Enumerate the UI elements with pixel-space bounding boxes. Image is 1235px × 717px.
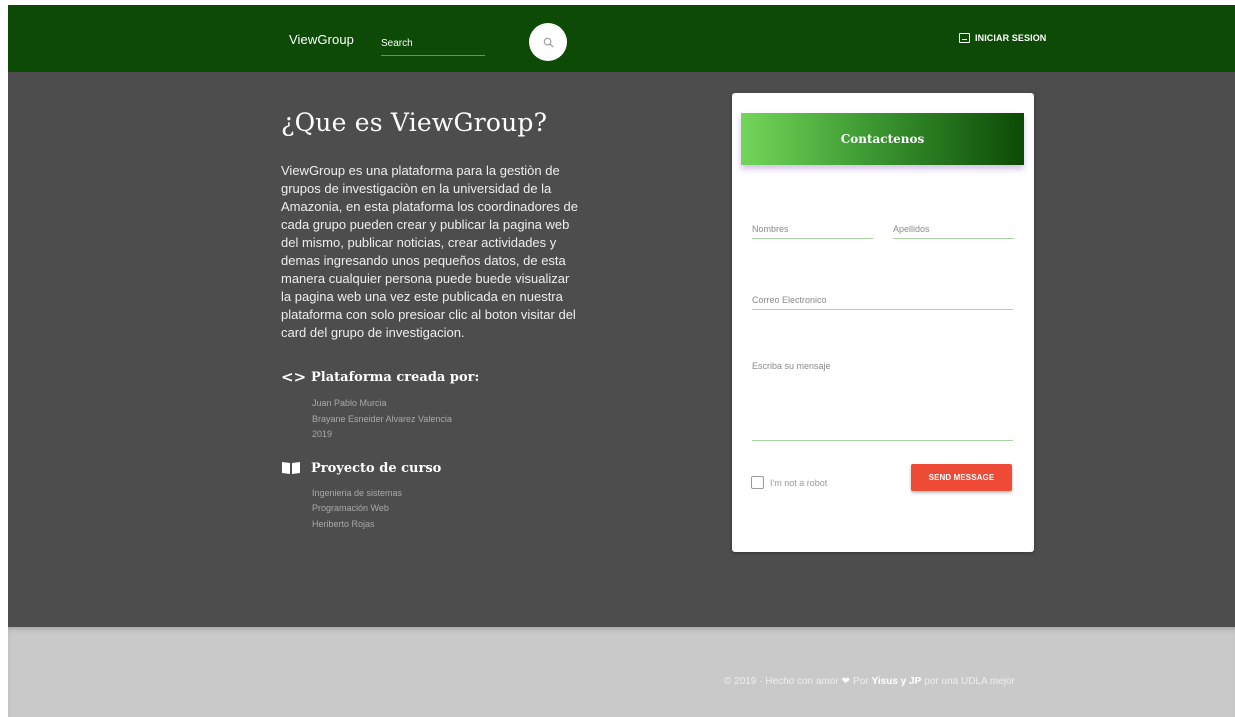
creators-heading-label: Plataforma creada por:: [311, 369, 480, 385]
creators-list: Juan Pablo Murcia Brayane Esneider Alvar…: [312, 396, 601, 443]
list-item: 2019: [312, 429, 333, 439]
message-field[interactable]: [752, 361, 1013, 441]
email-input[interactable]: [752, 295, 1013, 305]
captcha-label: I'm not a robot: [770, 477, 828, 488]
search-icon: [543, 37, 554, 48]
contact-title: Contactenos: [741, 113, 1024, 165]
list-item: Juan Pablo Murcia: [312, 398, 387, 408]
footer-by: Por: [853, 676, 869, 687]
apellidos-field[interactable]: [893, 219, 1014, 239]
list-item: Programación Web: [312, 503, 389, 513]
footer-prefix: © 2019 · Hecho con amor: [724, 676, 839, 687]
search-input[interactable]: [381, 35, 485, 49]
login-label: INICIAR SESION: [975, 33, 1047, 43]
creators-heading: <> Plataforma creada por:: [281, 368, 601, 386]
email-field[interactable]: [752, 290, 1013, 310]
course-heading-label: Proyecto de curso: [311, 460, 442, 476]
list-item: Ingenieria de sistemas: [312, 487, 403, 498]
footer-suffix: por una UDLA mejor: [924, 676, 1015, 687]
brand-logo[interactable]: ViewGroup: [289, 32, 354, 47]
search-field[interactable]: [381, 33, 485, 56]
footer: © 2019 · Hecho con amor ❤ Por Yisus y JP…: [8, 627, 1235, 717]
captcha-checkbox[interactable]: [751, 476, 764, 489]
login-link[interactable]: INICIAR SESION: [959, 33, 1046, 43]
page: ViewGroup INICIAR SESION ¿Que es ViewGro…: [8, 5, 1235, 717]
nombres-field[interactable]: [752, 219, 873, 239]
apellidos-input[interactable]: [893, 224, 1014, 234]
footer-text: © 2019 · Hecho con amor ❤ Por Yisus y JP…: [724, 676, 1015, 687]
list-item: Heriberto Rojas: [312, 518, 375, 529]
course-heading: Proyecto de curso: [281, 461, 601, 476]
course-list: Ingenieria de sistemas Programación Web …: [312, 486, 601, 533]
main-section: ¿Que es ViewGroup? ViewGroup es una plat…: [8, 72, 1235, 627]
about-description: ViewGroup es una plataforma para la gest…: [281, 163, 579, 340]
code-icon: <>: [281, 368, 307, 386]
page-title: ¿Que es ViewGroup?: [281, 108, 548, 137]
book-icon: [282, 462, 300, 474]
navbar: ViewGroup INICIAR SESION: [8, 5, 1235, 72]
search-button[interactable]: [529, 23, 567, 61]
list-item: Brayane Esneider Alvarez Valencia: [312, 413, 452, 424]
message-input[interactable]: [752, 361, 1013, 433]
login-icon: [959, 33, 970, 43]
send-message-button[interactable]: SEND MESSAGE: [911, 464, 1012, 491]
about-section: ¿Que es ViewGroup? ViewGroup es una plat…: [281, 108, 601, 532]
captcha[interactable]: I'm not a robot: [751, 476, 827, 489]
nombres-input[interactable]: [752, 224, 873, 234]
heart-icon: ❤: [841, 676, 851, 687]
footer-authors: Yisus y JP: [871, 676, 922, 687]
contact-card: Contactenos I'm not a robot SEND MESSAGE: [732, 93, 1034, 552]
